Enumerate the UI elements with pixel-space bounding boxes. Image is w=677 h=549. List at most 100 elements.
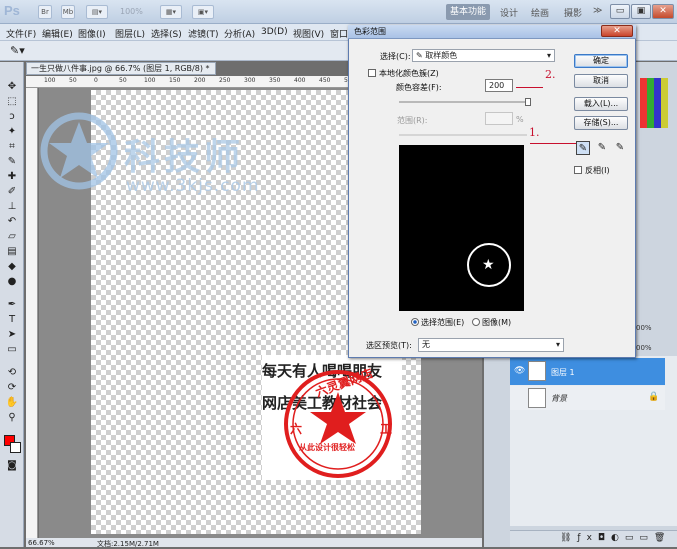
dialog-close-button[interactable]: ✕	[601, 25, 633, 37]
brush-tool-icon[interactable]: ✐	[4, 185, 20, 198]
status-bar	[26, 538, 482, 547]
stamp-right-text: 工	[380, 422, 393, 436]
workspace-painting[interactable]: 绘画	[531, 6, 549, 19]
document-size-status[interactable]: 文档:2.15M/2.71M	[97, 539, 159, 549]
eyedropper-small-icon: ✎	[416, 51, 426, 60]
clone-stamp-tool-icon[interactable]: ⊥	[4, 200, 20, 213]
zoom-tool-icon[interactable]: ⚲	[4, 411, 20, 424]
dialog-title: 色彩范围	[354, 27, 386, 36]
fuzziness-slider-handle[interactable]	[525, 98, 531, 106]
eyedropper-tool-preset-icon[interactable]: ✎▾	[10, 44, 25, 57]
blur-tool-icon[interactable]: ◆	[4, 260, 20, 273]
select-dropdown[interactable]: ✎ 取样颜色 ▾	[412, 49, 555, 62]
gradient-tool-icon[interactable]: ▤	[4, 245, 20, 258]
eyedropper-subtract-icon[interactable]: ✎	[613, 141, 627, 155]
more-workspaces-icon[interactable]: ≫	[593, 6, 602, 16]
eyedropper-sample-icon[interactable]: ✎	[576, 141, 590, 155]
stamp-bottom-text: 从此设计很轻松	[299, 443, 355, 452]
swatches-panel[interactable]	[640, 78, 668, 128]
load-button[interactable]: 载入(L)...	[574, 97, 628, 111]
menu-file[interactable]: 文件(F)	[6, 27, 36, 40]
history-brush-tool-icon[interactable]: ↶	[4, 215, 20, 228]
select-value: 取样颜色	[425, 51, 458, 60]
menu-select[interactable]: 选择(S)	[151, 27, 182, 40]
annotation-line-2	[516, 87, 543, 88]
zoom-status[interactable]: 66.67%	[28, 539, 55, 547]
background-color-swatch[interactable]	[10, 442, 21, 453]
menu-3d[interactable]: 3D(D)	[261, 27, 288, 37]
range-slider-track[interactable]	[399, 134, 527, 136]
invert-label: 反相(I)	[585, 166, 610, 175]
layer-thumbnail	[528, 361, 546, 381]
marquee-tool-icon[interactable]: ⬚	[4, 95, 20, 108]
ruler-tick-label: 50	[69, 77, 77, 84]
localized-clusters-checkbox[interactable]	[368, 69, 376, 77]
path-selection-tool-icon[interactable]: ➤	[4, 328, 20, 341]
workspace-photography[interactable]: 摄影	[564, 6, 582, 19]
workspace-essentials[interactable]: 基本功能	[446, 4, 490, 20]
restore-button[interactable]: ▣	[631, 4, 651, 19]
screen-mode-button[interactable]: ▣▾	[192, 5, 214, 19]
selection-preview-dropdown[interactable]: 无 ▾	[418, 338, 564, 352]
bridge-button[interactable]: Br	[38, 5, 52, 19]
hand-tool-icon[interactable]: ✋	[4, 396, 20, 409]
eraser-tool-icon[interactable]: ▱	[4, 230, 20, 243]
layer-actions-icons[interactable]: ⛓ƒx◘◐▭▭🗑	[560, 533, 671, 543]
opacity-value[interactable]: 00%	[636, 324, 652, 332]
menu-layer[interactable]: 图层(L)	[115, 27, 145, 40]
workspace-design[interactable]: 设计	[500, 6, 518, 19]
range-input[interactable]	[485, 112, 513, 125]
invert-checkbox[interactable]	[574, 166, 582, 174]
document-tab[interactable]: 一生只做八件事.jpg @ 66.7% (图层 1, RGB/8) *	[26, 62, 216, 75]
pen-tool-icon[interactable]: ✒	[4, 298, 20, 311]
selection-preview	[399, 145, 524, 311]
view-extras-button[interactable]: ▤▾	[86, 5, 108, 19]
ruler-tick-label: 150	[169, 77, 181, 84]
move-tool-icon[interactable]: ✥	[4, 80, 20, 93]
selection-preview-label: 选区预览(T):	[366, 341, 412, 350]
ruler-tick-label: 50	[119, 77, 127, 84]
3d-rotate-tool-icon[interactable]: ⟲	[4, 366, 20, 379]
cancel-button[interactable]: 取消	[574, 74, 628, 88]
menu-window[interactable]: 窗口	[330, 27, 348, 40]
healing-brush-tool-icon[interactable]: ✚	[4, 170, 20, 183]
zoom-level[interactable]: 100%	[120, 7, 143, 16]
dodge-tool-icon[interactable]: ●	[4, 275, 20, 288]
eyedropper-tool-icon[interactable]: ✎	[4, 155, 20, 168]
fuzziness-slider-track[interactable]	[399, 101, 527, 103]
radio-selection[interactable]	[411, 318, 419, 326]
shape-tool-icon[interactable]: ▭	[4, 343, 20, 356]
chevron-down-icon: ▾	[555, 340, 560, 349]
annotation-1: 1.	[529, 126, 540, 139]
save-button[interactable]: 存储(S)...	[574, 116, 628, 130]
selection-preview-value: 无	[422, 340, 430, 349]
ruler-tick-label: 100	[44, 77, 56, 84]
menu-view[interactable]: 视图(V)	[293, 27, 324, 40]
type-tool-icon[interactable]: T	[4, 313, 20, 326]
3d-orbit-tool-icon[interactable]: ⟳	[4, 381, 20, 394]
layer-name-layer1[interactable]: 图层 1	[551, 367, 575, 378]
menu-edit[interactable]: 编辑(E)	[42, 27, 73, 40]
range-label: 范围(R):	[397, 116, 428, 125]
fill-value[interactable]: 00%	[636, 344, 652, 352]
fuzziness-input[interactable]: 200	[485, 79, 513, 92]
background-thumbnail	[528, 388, 546, 408]
menu-filter[interactable]: 滤镜(T)	[188, 27, 219, 40]
arrange-documents-button[interactable]: ▦▾	[160, 5, 182, 19]
quick-selection-tool-icon[interactable]: ✦	[4, 125, 20, 138]
crop-tool-icon[interactable]: ⌗	[4, 140, 20, 153]
range-unit: %	[516, 115, 524, 124]
lasso-tool-icon[interactable]: ↄ	[4, 110, 20, 123]
eye-icon[interactable]: 👁	[514, 366, 525, 376]
mini-bridge-button[interactable]: Mb	[61, 5, 75, 19]
ok-button[interactable]: 确定	[574, 54, 628, 68]
layer-name-background[interactable]: 背景	[551, 393, 567, 404]
minimize-button[interactable]: ▭	[610, 4, 630, 19]
radio-image[interactable]	[472, 318, 480, 326]
close-window-button[interactable]: ✕	[652, 4, 674, 19]
chevron-down-icon: ▾	[546, 51, 551, 60]
menu-analysis[interactable]: 分析(A)	[224, 27, 255, 40]
menu-image[interactable]: 图像(I)	[78, 27, 106, 40]
eyedropper-add-icon[interactable]: ✎	[595, 141, 609, 155]
quick-mask-icon[interactable]: ◙	[4, 459, 20, 472]
